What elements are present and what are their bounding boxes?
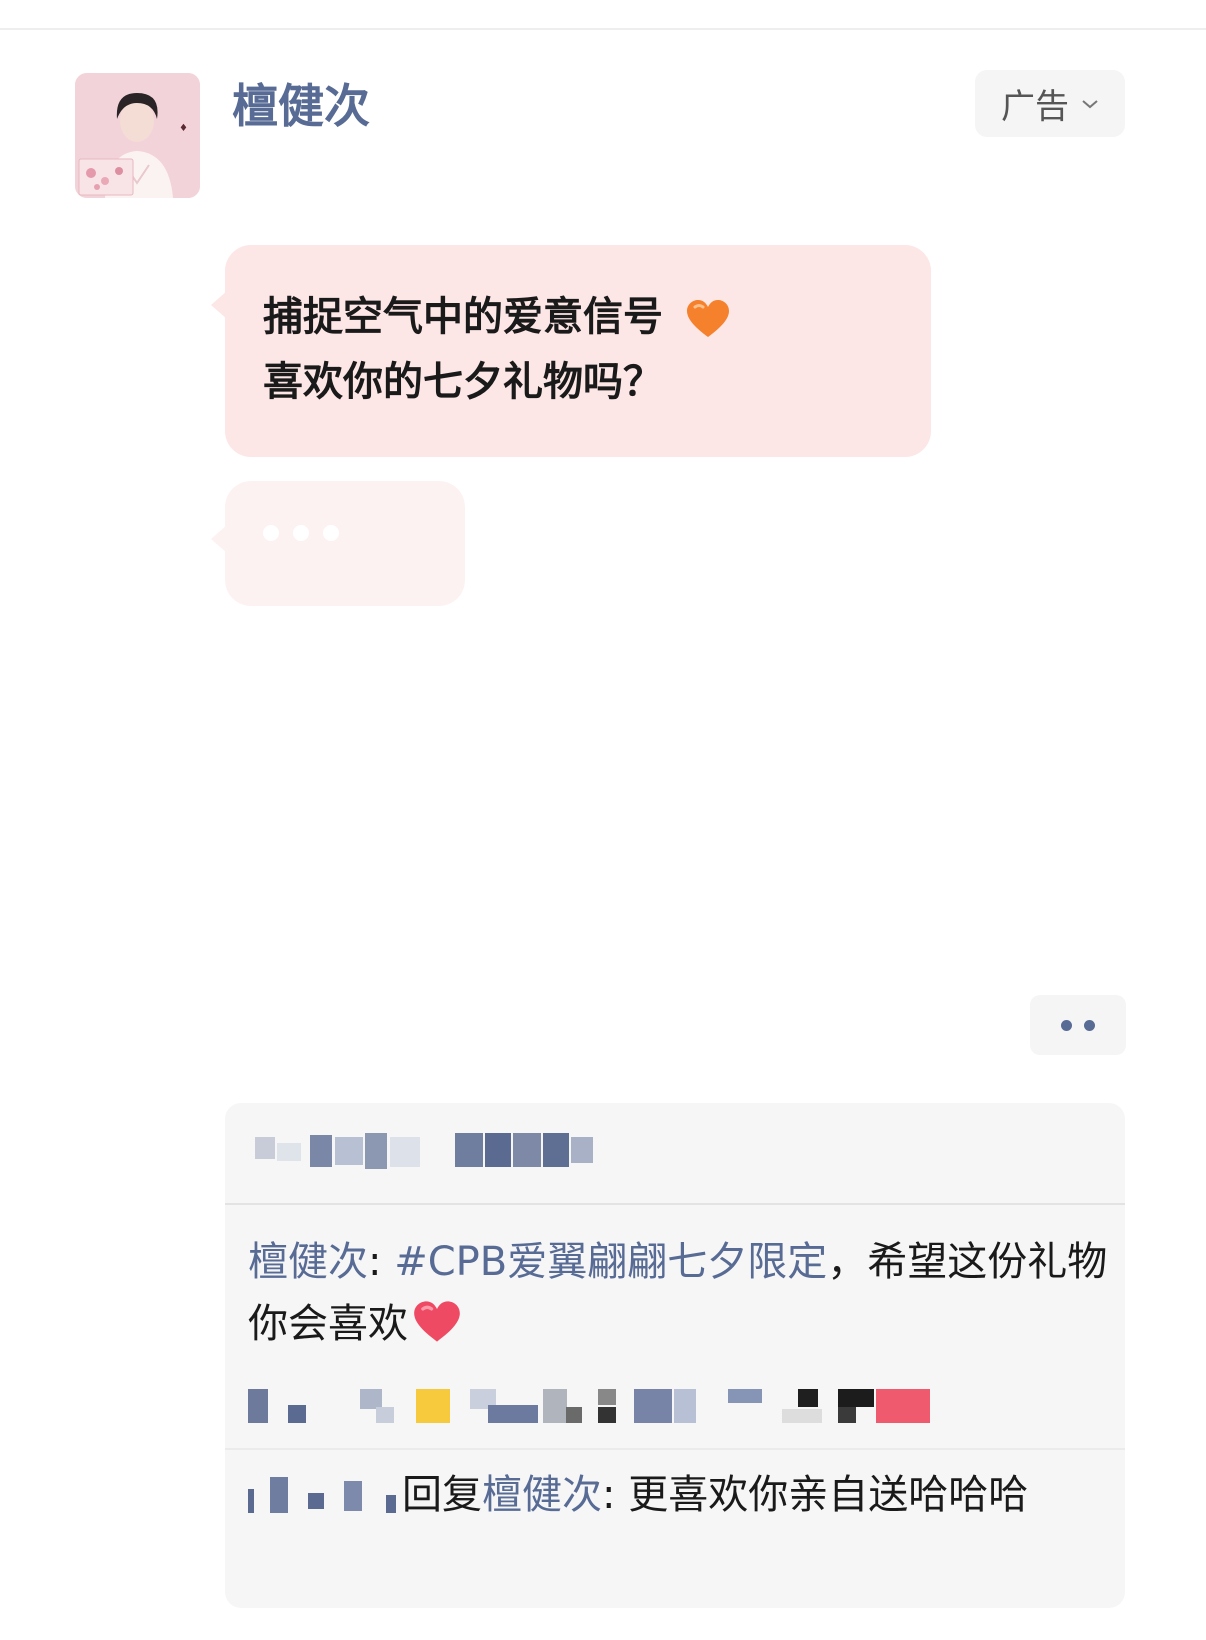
comment-divider xyxy=(225,1448,1125,1450)
likes-row-blurred xyxy=(255,1131,655,1179)
comment-author-link[interactable]: 檀健次 xyxy=(248,1239,368,1285)
typing-bubble xyxy=(211,481,465,606)
typing-dots-icon xyxy=(263,525,339,541)
reply-target-link[interactable]: 檀健次 xyxy=(482,1472,602,1518)
ad-tag-button[interactable]: 广告 xyxy=(975,70,1125,137)
comment-section: 檀健次: #CPB爱翼翩翩七夕限定，希望这份礼物你会喜欢 回复檀健次: 更喜欢你… xyxy=(225,1103,1125,1608)
top-divider xyxy=(0,28,1206,30)
comment-item[interactable]: 檀健次: #CPB爱翼翩翩七夕限定，希望这份礼物你会喜欢 xyxy=(248,1231,1108,1355)
bubble-line-1-text: 捕捉空气中的爱意信号 xyxy=(263,294,663,340)
post-author-name[interactable]: 檀健次 xyxy=(232,78,370,134)
svg-text:♦: ♦ xyxy=(179,123,188,134)
avatar[interactable]: ♦ xyxy=(75,73,200,198)
likes-divider xyxy=(225,1203,1125,1205)
reply-separator: : xyxy=(602,1472,629,1518)
orange-heart-emoji-icon xyxy=(686,300,729,337)
red-heart-emoji-icon xyxy=(414,1301,460,1342)
reply-item[interactable]: 回复檀健次: 更喜欢你亲自送哈哈哈 xyxy=(248,1464,1108,1526)
more-dot xyxy=(1061,1019,1072,1031)
reply-body: 更喜欢你亲自送哈哈哈 xyxy=(628,1472,1029,1518)
blurred-content-row xyxy=(248,1389,988,1429)
reply-label: 回复 xyxy=(402,1472,482,1518)
ad-label: 广告 xyxy=(1001,87,1069,127)
chevron-down-icon xyxy=(1082,99,1098,108)
bubble-line-2: 喜欢你的七夕礼物吗？ xyxy=(263,359,663,405)
comment-separator: : xyxy=(368,1239,395,1285)
hashtag-link[interactable]: #CPB爱翼翩翩七夕限定 xyxy=(394,1239,827,1285)
ad-message-bubble[interactable]: 捕捉空气中的爱意信号 喜欢你的七夕礼物吗？ xyxy=(211,245,931,457)
avatar-image: ♦ xyxy=(75,73,200,198)
blurred-user-name[interactable] xyxy=(248,1477,398,1517)
more-dot xyxy=(1084,1019,1095,1031)
bubble-line-1: 捕捉空气中的爱意信号 xyxy=(263,292,731,342)
more-options-button[interactable] xyxy=(1030,995,1126,1055)
